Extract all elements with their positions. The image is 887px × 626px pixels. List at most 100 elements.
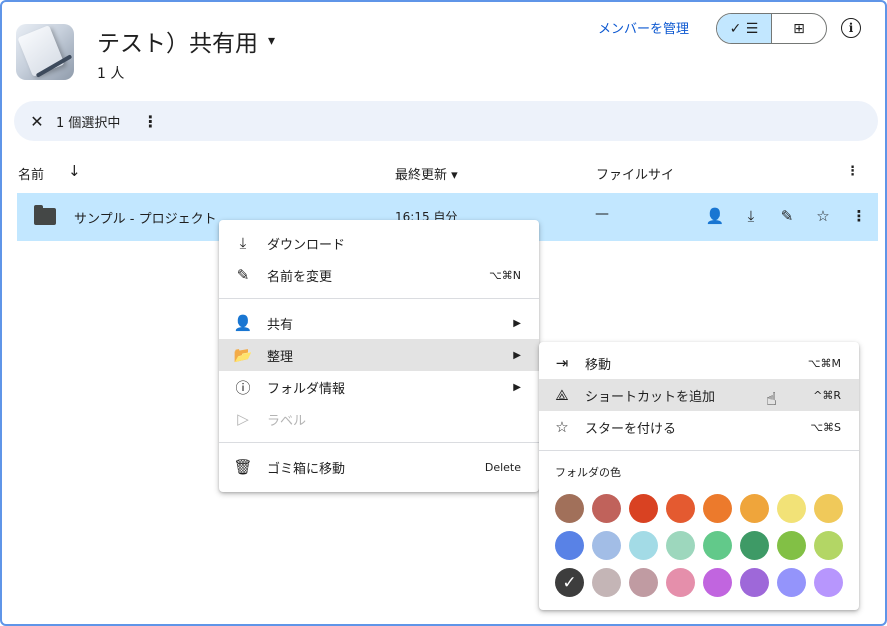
view-toggle: ✓ ☰ ⊞ [716,13,827,44]
menu-item-label: ラベル [267,413,307,429]
context-menu: ⤓ ダウンロード ✎ 名前を変更 ⌥⌘N 👤 共有 ▶ 📂 整理 ▶ ⓘ フォル… [219,220,539,492]
info-icon: ⓘ [235,378,251,397]
folder-open-icon: 📂 [233,346,253,364]
folder-color-swatch[interactable] [555,531,584,560]
selection-more-icon[interactable]: ⋮ [142,112,158,131]
folder-color-swatch[interactable] [629,494,658,523]
folder-color-swatch[interactable] [740,494,769,523]
manage-members-link[interactable]: メンバーを管理 [598,18,689,37]
folder-color-palette: ✓ [555,494,859,597]
add-shortcut-icon: ⟁ [555,386,569,404]
menu-item-label: ショートカットを追加 [585,389,716,405]
menu-item-label: 名前を変更 [267,269,333,285]
share-icon[interactable]: 👤 [697,207,733,225]
list-view-icon: ✓ ☰ [729,20,759,37]
column-header-modified[interactable]: 最終更新 ▾ [395,164,458,183]
menu-item-organize[interactable]: 📂 整理 ▶ [219,339,539,371]
menu-divider [539,450,859,451]
rename-icon[interactable]: ✎ [769,207,805,225]
folder-color-swatch-selected[interactable]: ✓ [555,568,584,597]
menu-item-shortcut: Delete [484,460,521,474]
menu-item-label: フォルダ情報 [267,381,346,397]
menu-item-label: 整理 [267,349,294,365]
sort-direction-icon[interactable]: ↓ [68,162,81,180]
folder-color-swatch[interactable] [629,531,658,560]
submenu-item-move[interactable]: ⇥ 移動 ⌥⌘M [539,347,859,379]
folder-color-swatch[interactable] [703,531,732,560]
move-icon: ⇥ [555,354,569,372]
submenu-arrow-icon: ▶ [513,317,521,329]
menu-item-share[interactable]: 👤 共有 ▶ [219,307,539,339]
menu-item-label: ゴミ箱に移動 [267,461,346,477]
menu-item-trash[interactable]: 🗑 ゴミ箱に移動 Delete [219,451,539,483]
menu-item-shortcut: ⌥⌘N [489,268,521,282]
download-icon: ⤓ [239,234,247,252]
row-name: サンプル - プロジェクト [74,212,217,227]
folder-color-swatch[interactable] [740,568,769,597]
organize-submenu: ⇥ 移動 ⌥⌘M ⟁ ショートカットを追加 ^⌘R ☆ スターを付ける ⌥⌘S … [539,342,859,610]
column-modified-label: 最終更新 [395,168,448,183]
folder-color-swatch[interactable] [703,568,732,597]
list-view-button[interactable]: ✓ ☰ [717,14,772,43]
folder-color-swatch[interactable] [555,494,584,523]
menu-item-label-disabled: ▷ ラベル [219,403,539,435]
share-icon: 👤 [233,314,253,332]
star-icon: ☆ [555,418,569,436]
grid-view-button[interactable]: ⊞ [772,14,826,43]
row-actions: 👤 ⤓ ✎ ☆ ⋮ [697,207,877,225]
star-icon[interactable]: ☆ [805,207,841,225]
menu-item-folder-info[interactable]: ⓘ フォルダ情報 ▶ [219,371,539,403]
row-size: — [595,206,609,222]
rename-icon: ✎ [236,266,250,284]
folder-icon [34,205,56,225]
menu-item-label: スターを付ける [585,421,677,437]
clear-selection-icon[interactable]: ✕ [26,112,48,131]
trash-icon: 🗑 [233,458,253,476]
folder-color-swatch[interactable] [666,494,695,523]
folder-color-swatch[interactable] [814,531,843,560]
shared-drive-title[interactable]: テスト）共有用 ▾ [97,24,275,58]
menu-item-rename[interactable]: ✎ 名前を変更 ⌥⌘N [219,259,539,291]
folder-color-swatch[interactable] [629,568,658,597]
folder-color-swatch[interactable] [666,531,695,560]
info-icon[interactable]: i [841,18,861,38]
column-name-label: 名前 [18,168,45,183]
folder-color-swatch[interactable] [592,531,621,560]
download-icon[interactable]: ⤓ [733,207,769,225]
drive-window: テスト）共有用 ▾ 1 人 メンバーを管理 ✓ ☰ ⊞ i ✕ 1 個選択中 ⋮… [0,0,887,626]
shared-drive-thumbnail [16,24,74,80]
folder-color-swatch[interactable] [777,494,806,523]
folder-color-title: フォルダの色 [555,466,621,479]
column-header-name[interactable]: 名前 [18,164,44,183]
drive-title-text: テスト）共有用 [97,31,258,57]
row-more-icon[interactable]: ⋮ [841,207,877,225]
menu-item-download[interactable]: ⤓ ダウンロード [219,227,539,259]
title-dropdown-icon[interactable]: ▾ [268,33,275,49]
folder-color-swatch[interactable] [814,568,843,597]
submenu-item-add-shortcut[interactable]: ⟁ ショートカットを追加 ^⌘R [539,379,859,411]
folder-color-swatch[interactable] [740,531,769,560]
submenu-arrow-icon: ▶ [513,349,521,361]
check-icon: ✓ [562,572,577,593]
folder-color-swatch[interactable] [666,568,695,597]
folder-color-swatch[interactable] [777,568,806,597]
menu-item-shortcut: ⌥⌘S [810,420,841,434]
submenu-arrow-icon: ▶ [513,381,521,393]
selection-count: 1 個選択中 [56,115,121,131]
folder-color-swatch[interactable] [814,494,843,523]
menu-item-shortcut: ^⌘R [813,388,841,402]
menu-item-shortcut: ⌥⌘M [807,356,841,370]
folder-color-swatch[interactable] [777,531,806,560]
folder-color-swatch[interactable] [703,494,732,523]
hand-cursor-icon: ☝ [766,389,777,410]
folder-color-swatch[interactable] [592,494,621,523]
column-more-icon[interactable]: ⋮ [846,164,859,179]
submenu-item-star[interactable]: ☆ スターを付ける ⌥⌘S [539,411,859,443]
members-count: 1 人 [97,66,125,82]
grid-view-icon: ⊞ [793,20,805,37]
selection-bar: ✕ 1 個選択中 ⋮ [14,101,878,141]
column-header-size[interactable]: ファイルサイ [596,164,674,183]
modified-dropdown-icon: ▾ [451,168,458,183]
menu-divider [219,298,539,299]
folder-color-swatch[interactable] [592,568,621,597]
